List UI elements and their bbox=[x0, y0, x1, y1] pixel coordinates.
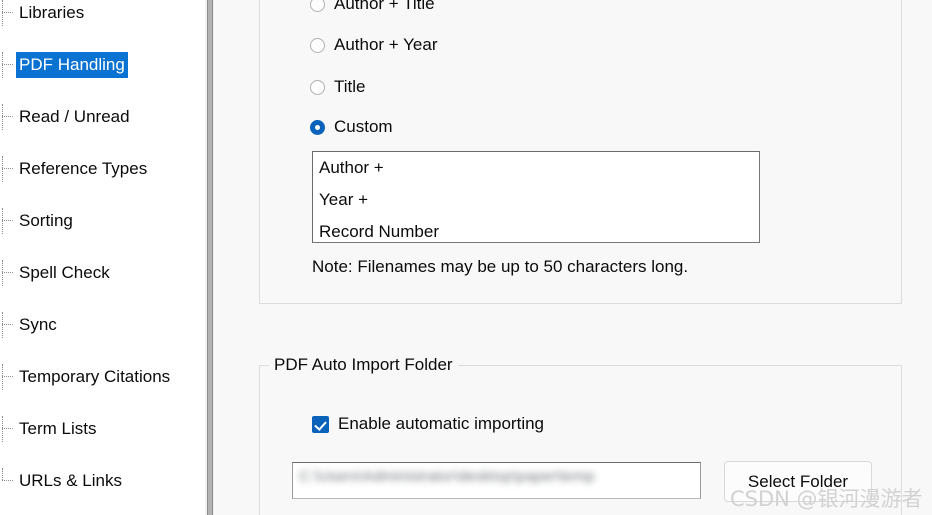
tree-tick bbox=[2, 116, 13, 117]
sidebar-item-libraries[interactable]: Libraries bbox=[0, 0, 205, 26]
tree-tick bbox=[2, 220, 13, 221]
radio-author-year[interactable]: Author + Year bbox=[310, 35, 438, 55]
import-folder-path-value: C:\Users\Administrator\desktop\paper\tem… bbox=[299, 468, 595, 485]
sidebar-item-urls-links[interactable]: URLs & Links bbox=[0, 468, 205, 494]
sidebar-item-label: Term Lists bbox=[19, 419, 97, 438]
select-folder-button[interactable]: Select Folder bbox=[724, 461, 872, 502]
sidebar-item-temporary-citations[interactable]: Temporary Citations bbox=[0, 364, 205, 390]
tree-tick bbox=[2, 324, 13, 325]
radio-label: Author + Title bbox=[334, 0, 435, 13]
sidebar-item-sorting[interactable]: Sorting bbox=[0, 208, 205, 234]
radio-label: Author + Year bbox=[334, 35, 438, 54]
custom-format-line: Year + bbox=[319, 190, 368, 209]
radio-title[interactable]: Title bbox=[310, 77, 366, 97]
sidebar-item-reference-types[interactable]: Reference Types bbox=[0, 156, 205, 182]
radio-label: Custom bbox=[334, 117, 393, 136]
tree-tick bbox=[2, 480, 13, 481]
tree-line bbox=[2, 0, 3, 26]
preferences-category-tree[interactable]: Libraries PDF Handling Read / Unread Ref… bbox=[0, 0, 205, 515]
sidebar-item-label: Sorting bbox=[19, 211, 73, 230]
tree-line bbox=[2, 416, 3, 442]
checkbox-label: Enable automatic importing bbox=[338, 414, 545, 433]
enable-automatic-importing-checkbox-row[interactable]: Enable automatic importing bbox=[312, 414, 544, 434]
sidebar-item-label: Spell Check bbox=[19, 263, 110, 282]
sidebar-item-pdf-handling[interactable]: PDF Handling bbox=[0, 52, 205, 78]
import-folder-path-input[interactable]: C:\Users\Administrator\desktop\paper\tem… bbox=[292, 462, 701, 499]
radio-circle-icon[interactable] bbox=[310, 119, 325, 135]
tree-line bbox=[2, 52, 3, 78]
tree-tick bbox=[2, 64, 13, 65]
sidebar-item-label: Libraries bbox=[19, 3, 85, 22]
group-title: PDF Auto Import Folder bbox=[269, 355, 458, 375]
sidebar-item-label: URLs & Links bbox=[19, 471, 122, 490]
pdf-auto-import-folder-group: PDF Auto Import Folder Enable automatic … bbox=[259, 355, 902, 515]
filename-length-note: Note: Filenames may be up to 50 characte… bbox=[312, 257, 689, 276]
tree-tick bbox=[2, 272, 13, 273]
sidebar-item-label: Sync bbox=[19, 315, 57, 334]
radio-circle-icon[interactable] bbox=[310, 0, 325, 12]
splitter-bar[interactable] bbox=[207, 0, 213, 515]
tree-tick bbox=[2, 428, 13, 429]
radio-circle-icon[interactable] bbox=[310, 79, 325, 95]
tree-tick bbox=[2, 168, 13, 169]
sidebar-item-spell-check[interactable]: Spell Check bbox=[0, 260, 205, 286]
tree-tick bbox=[2, 12, 13, 13]
pdf-handling-panel: Author + Title Author + Year Title Custo… bbox=[214, 0, 932, 515]
custom-filename-format-textarea[interactable]: Author + Year + Record Number bbox=[312, 151, 760, 243]
sidebar-item-label: Temporary Citations bbox=[19, 367, 171, 386]
sidebar-item-sync[interactable]: Sync bbox=[0, 312, 205, 338]
tree-line bbox=[2, 208, 3, 234]
tree-line bbox=[2, 468, 3, 480]
custom-format-line: Author + bbox=[319, 158, 384, 177]
tree-line bbox=[2, 260, 3, 286]
sidebar-item-term-lists[interactable]: Term Lists bbox=[0, 416, 205, 442]
sidebar-item-label: Reference Types bbox=[19, 159, 148, 178]
tree-line bbox=[2, 364, 3, 390]
custom-format-line: Record Number bbox=[319, 222, 439, 241]
tree-line bbox=[2, 312, 3, 338]
radio-circle-icon[interactable] bbox=[310, 37, 325, 53]
tree-line bbox=[2, 104, 3, 130]
checkmark-icon[interactable] bbox=[312, 415, 329, 433]
tree-line bbox=[2, 156, 3, 182]
sidebar-item-label: PDF Handling bbox=[16, 52, 128, 78]
tree-tick bbox=[2, 376, 13, 377]
preferences-dialog: Libraries PDF Handling Read / Unread Ref… bbox=[0, 0, 932, 515]
sidebar-item-label: Read / Unread bbox=[19, 107, 130, 126]
vertical-splitter[interactable] bbox=[205, 0, 214, 515]
radio-author-title[interactable]: Author + Title bbox=[310, 0, 435, 14]
pdf-auto-rename-group: Author + Title Author + Year Title Custo… bbox=[259, 0, 902, 304]
sidebar-item-read-unread[interactable]: Read / Unread bbox=[0, 104, 205, 130]
radio-custom[interactable]: Custom bbox=[310, 117, 393, 137]
radio-label: Title bbox=[334, 77, 366, 96]
